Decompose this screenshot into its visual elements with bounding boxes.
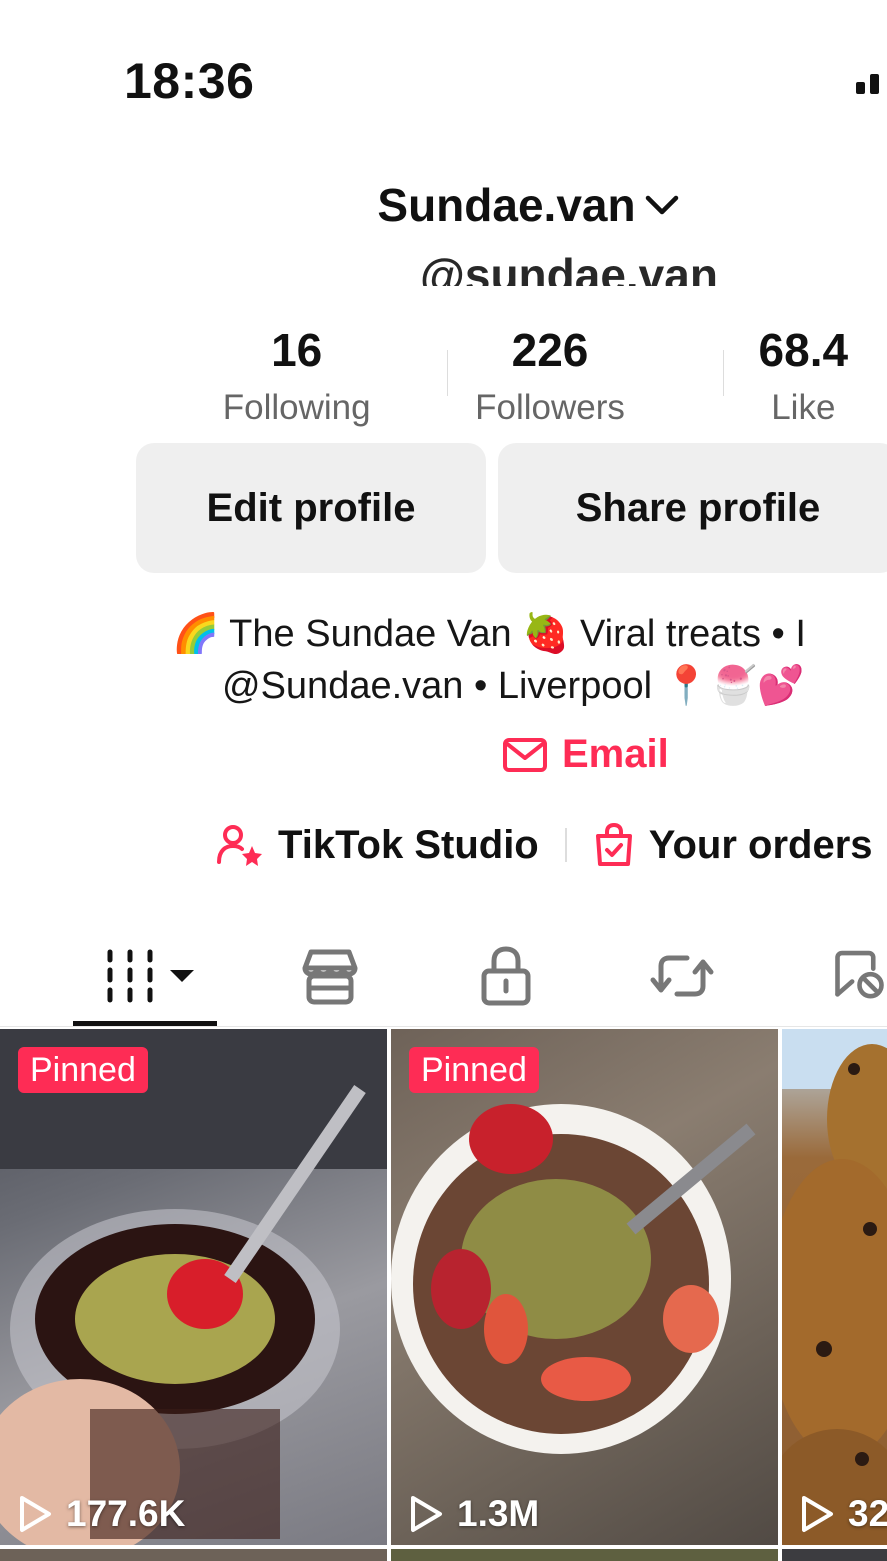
shopping-bag-icon	[595, 822, 632, 866]
view-count-value: 1.3M	[457, 1493, 540, 1534]
stat-following[interactable]: 16 Following	[170, 322, 423, 438]
likes-count: 68.4	[758, 324, 849, 376]
next-row-thumbnail[interactable]	[0, 1549, 387, 1561]
edit-profile-button[interactable]: Edit profile	[136, 443, 486, 573]
cookie-illustration	[782, 1029, 887, 1545]
share-profile-button[interactable]: Share profile	[498, 443, 887, 573]
grid-icon	[107, 949, 194, 1003]
next-row-thumbnail[interactable]	[391, 1549, 778, 1561]
tabs-divider	[0, 1026, 887, 1027]
video-grid: Pinned 177.6K Pinned 1.3M 32	[0, 1029, 887, 1561]
bio-line-1: 🌈 The Sundae Van 🍓 Viral treats • I	[172, 613, 806, 655]
storefront-icon	[302, 949, 358, 1005]
status-time: 18:36	[124, 53, 255, 109]
tab-shop[interactable]	[296, 936, 364, 1016]
tab-reposts[interactable]	[648, 936, 716, 1016]
view-count: 32	[800, 1493, 887, 1535]
likes-label: Like	[771, 388, 836, 427]
pinned-badge: Pinned	[18, 1047, 148, 1093]
chevron-down-icon	[645, 195, 678, 215]
next-row-thumbnail[interactable]	[782, 1549, 887, 1561]
tiktok-studio-link[interactable]: TikTok Studio	[278, 823, 539, 868]
following-label: Following	[222, 388, 371, 427]
tab-videos[interactable]	[100, 936, 200, 1016]
view-count-value: 177.6K	[66, 1493, 186, 1534]
creator-star-icon	[217, 825, 262, 866]
stat-followers[interactable]: 226 Followers	[423, 322, 676, 438]
your-orders-link[interactable]: Your orders	[649, 823, 873, 868]
video-thumbnail[interactable]: Pinned 1.3M	[391, 1029, 778, 1545]
video-thumbnail[interactable]: 32	[782, 1029, 887, 1545]
tab-private[interactable]	[476, 936, 536, 1016]
email-link[interactable]: Email	[502, 732, 669, 777]
play-icon	[411, 1496, 442, 1532]
link-divider	[564, 828, 567, 862]
view-count: 177.6K	[18, 1493, 185, 1535]
mail-icon	[503, 737, 547, 772]
stat-likes[interactable]: 68.4 Like	[677, 322, 887, 438]
hidden-likes-icon	[835, 950, 884, 999]
repost-icon	[650, 955, 714, 997]
profile-stats: 16 Following 226 Followers 68.4 Like	[170, 322, 887, 438]
following-count: 16	[271, 324, 323, 376]
video-thumbnail[interactable]: Pinned 177.6K	[0, 1029, 387, 1545]
play-icon	[802, 1496, 833, 1532]
email-label: Email	[562, 732, 669, 776]
dessert-cup-illustration	[0, 1029, 387, 1545]
username: Sundae.van	[377, 179, 636, 231]
bio-line-2: @Sundae.van • Liverpool 📍🍧💕	[222, 665, 805, 707]
pinned-badge: Pinned	[409, 1047, 539, 1093]
profile-handle: @sundae.van	[420, 249, 718, 286]
view-count: 1.3M	[409, 1493, 539, 1535]
profile-links: TikTok Studio Your orders	[216, 822, 873, 868]
signal-icon	[856, 74, 879, 94]
tab-liked[interactable]	[832, 936, 887, 1016]
followers-count: 226	[511, 324, 589, 376]
followers-label: Followers	[475, 388, 625, 427]
lock-icon	[481, 946, 531, 1006]
play-icon	[20, 1496, 51, 1532]
view-count-value: 32	[848, 1493, 887, 1534]
dessert-bowl-illustration	[391, 1104, 756, 1454]
username-switcher[interactable]: Sundae.van	[0, 178, 887, 232]
profile-tabs	[0, 926, 887, 1027]
